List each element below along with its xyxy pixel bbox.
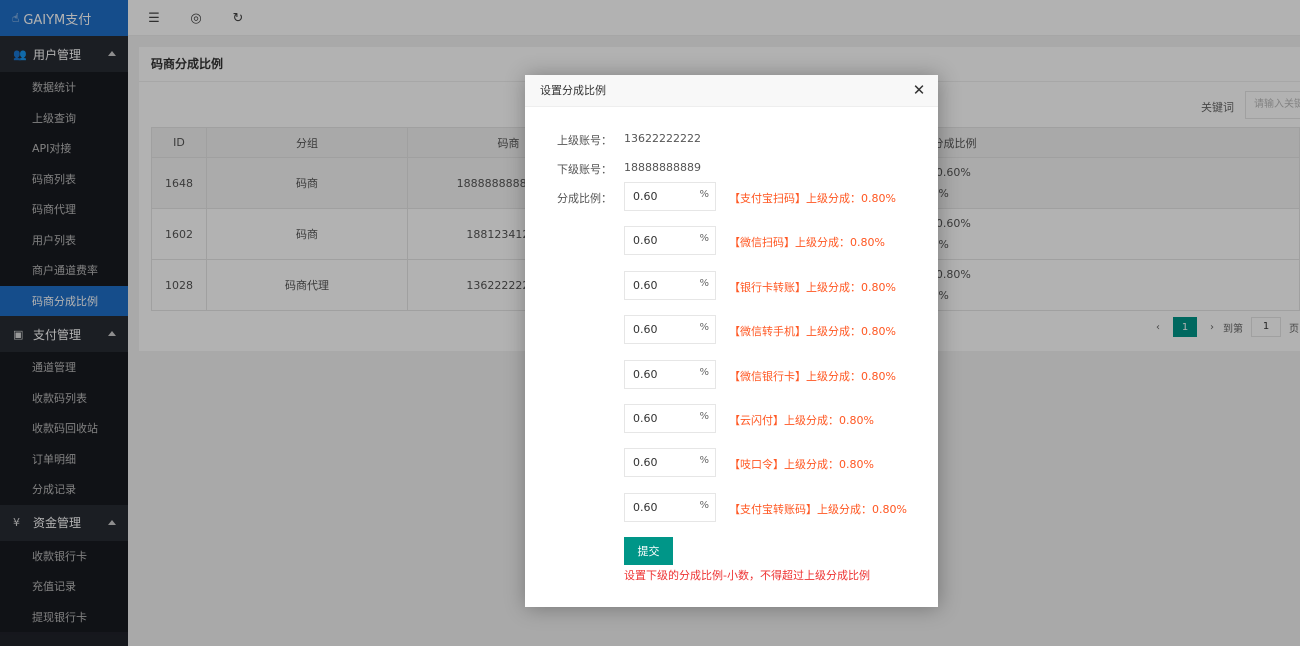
parent-ratio-hint: 【云闪付】上级分成：0.80%: [729, 414, 874, 427]
ratio-input[interactable]: 0.60%: [624, 493, 716, 522]
percent-sign: %: [699, 455, 709, 466]
ratio-input[interactable]: 0.60%: [624, 360, 716, 389]
dialog-title: 设置分成比例: [525, 75, 938, 107]
percent-sign: %: [699, 367, 709, 378]
parent-ratio-hint: 【银行卡转账】上级分成：0.80%: [729, 281, 896, 294]
ratio-input-value: 0.60: [633, 234, 658, 247]
percent-sign: %: [699, 189, 709, 200]
ratio-note: 设置下级的分成比例-小数，不得超过上级分成比例: [624, 569, 870, 582]
child-account-value: 18888888889: [624, 161, 701, 174]
percent-sign: %: [699, 322, 709, 333]
ratio-dialog: 设置分成比例 ✕ 上级账号： 13622222222 下级账号： 1888888…: [525, 75, 938, 607]
ratio-input-value: 0.60: [633, 412, 658, 425]
percent-sign: %: [699, 411, 709, 422]
ratio-input[interactable]: 0.60%: [624, 182, 716, 211]
child-account-label: 下级账号：: [557, 163, 612, 176]
ratio-input[interactable]: 0.60%: [624, 448, 716, 477]
ratio-input-value: 0.60: [633, 501, 658, 514]
ratio-input[interactable]: 0.60%: [624, 315, 716, 344]
parent-ratio-hint: 【支付宝转账码】上级分成：0.80%: [729, 503, 907, 516]
parent-ratio-hint: 【微信银行卡】上级分成：0.80%: [729, 370, 896, 383]
percent-sign: %: [699, 278, 709, 289]
ratio-input-value: 0.60: [633, 279, 658, 292]
ratio-input-value: 0.60: [633, 368, 658, 381]
ratio-input[interactable]: 0.60%: [624, 271, 716, 300]
parent-account-value: 13622222222: [624, 132, 701, 145]
parent-ratio-hint: 【微信转手机】上级分成：0.80%: [729, 325, 896, 338]
parent-account-label: 上级账号：: [557, 134, 612, 147]
close-icon[interactable]: ✕: [912, 83, 926, 98]
percent-sign: %: [699, 500, 709, 511]
ratio-input[interactable]: 0.60%: [624, 404, 716, 433]
ratio-input-value: 0.60: [633, 456, 658, 469]
percent-sign: %: [699, 233, 709, 244]
ratio-label: 分成比例：: [557, 192, 612, 205]
ratio-input-value: 0.60: [633, 323, 658, 336]
parent-ratio-hint: 【微信扫码】上级分成：0.80%: [729, 236, 885, 249]
ratio-input-value: 0.60: [633, 190, 658, 203]
submit-button[interactable]: 提交: [624, 537, 673, 565]
ratio-input[interactable]: 0.60%: [624, 226, 716, 255]
parent-ratio-hint: 【吱口令】上级分成：0.80%: [729, 458, 874, 471]
parent-ratio-hint: 【支付宝扫码】上级分成：0.80%: [729, 192, 896, 205]
